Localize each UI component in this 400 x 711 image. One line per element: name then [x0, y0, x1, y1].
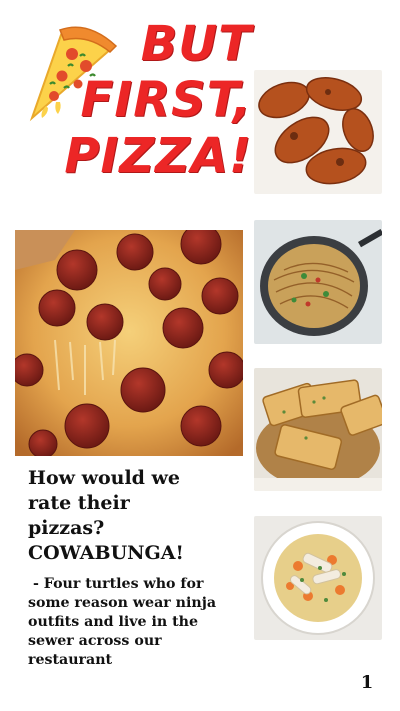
- review-quote-line: - Four turtles who for: [28, 576, 204, 592]
- review-quote: - Four turtles who for some reason wear …: [28, 575, 243, 670]
- review-quote-line: outfits and live in the: [28, 614, 199, 630]
- review-title: How would we rate their pizzas? COWABUNG…: [28, 466, 258, 566]
- review-title-line: pizzas?: [28, 517, 105, 539]
- pizza-slice-icon: [29, 26, 118, 122]
- review-title-line: How would we: [28, 467, 180, 489]
- review-title-line: rate their: [28, 492, 130, 514]
- page-number: 1: [360, 672, 374, 693]
- headline-line-3: PIZZA!: [64, 128, 252, 184]
- garlic-bread-photo: [254, 368, 382, 491]
- spaghetti-pan-photo: [254, 220, 382, 344]
- chicken-wings-photo: [254, 70, 382, 194]
- pepperoni-pizza-photo: [15, 230, 243, 456]
- review-quote-line: restaurant: [28, 652, 113, 668]
- review-quote-line: sewer across our: [28, 633, 162, 649]
- review-quote-line: some reason wear ninja: [28, 595, 217, 611]
- review-title-line: COWABUNGA!: [28, 542, 184, 564]
- chicken-soup-photo: [254, 516, 382, 640]
